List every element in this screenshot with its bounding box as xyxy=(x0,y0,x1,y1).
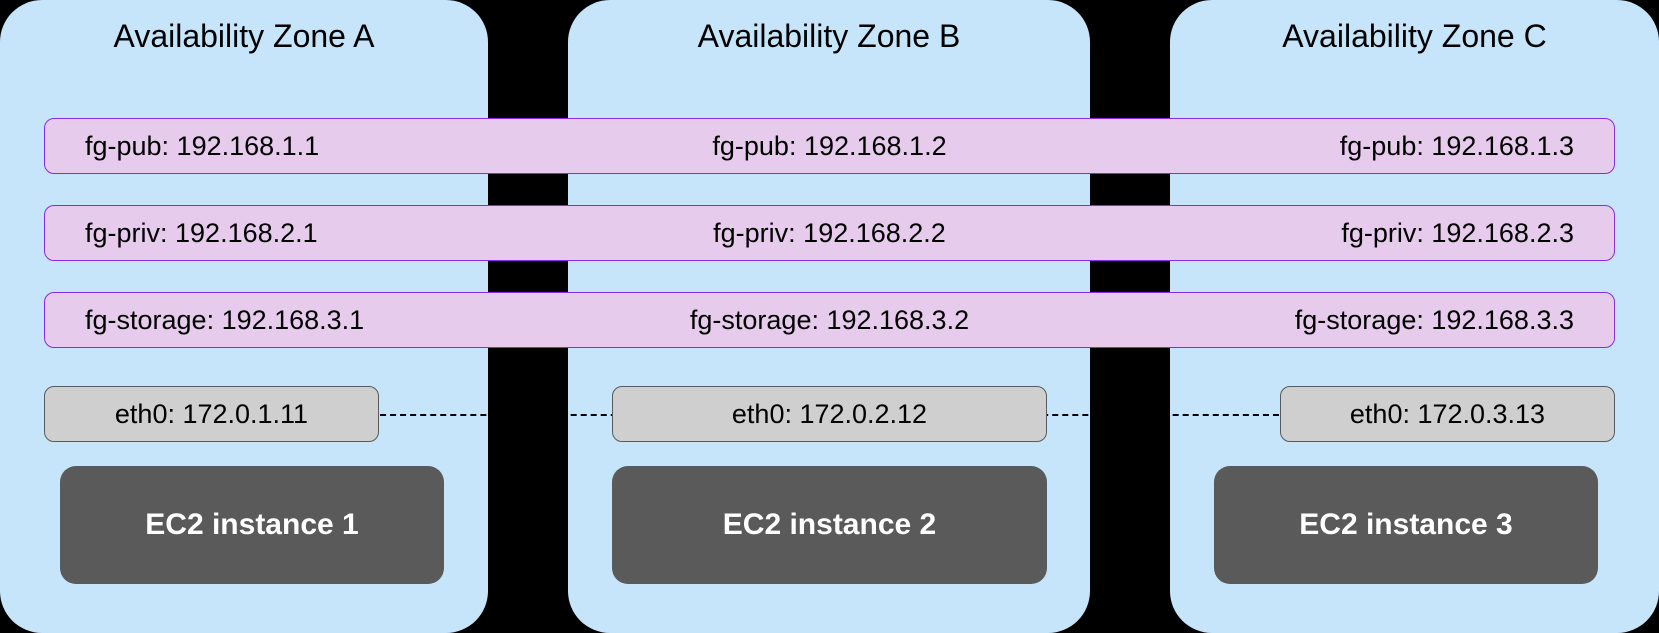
subnet-band-fg-storage: fg-storage: 192.168.3.1 fg-storage: 192.… xyxy=(44,292,1615,348)
subnet-band-fg-priv: fg-priv: 192.168.2.1 fg-priv: 192.168.2.… xyxy=(44,205,1615,261)
subnet-pub-c: fg-pub: 192.168.1.3 xyxy=(1078,131,1574,162)
eth-row: eth0: 172.0.1.11 eth0: 172.0.2.12 eth0: … xyxy=(0,386,1659,442)
subnet-priv-b: fg-priv: 192.168.2.2 xyxy=(581,218,1077,249)
eth-box-b: eth0: 172.0.2.12 xyxy=(612,386,1047,442)
ec2-instance-b: EC2 instance 2 xyxy=(612,466,1047,584)
zone-title-c: Availability Zone C xyxy=(1170,18,1659,55)
zone-title-b: Availability Zone B xyxy=(568,18,1090,55)
subnet-stor-c: fg-storage: 192.168.3.3 xyxy=(1078,305,1574,336)
subnet-stor-a: fg-storage: 192.168.3.1 xyxy=(85,305,581,336)
subnet-priv-a: fg-priv: 192.168.2.1 xyxy=(85,218,581,249)
zone-title-a: Availability Zone A xyxy=(0,18,488,55)
subnet-pub-a: fg-pub: 192.168.1.1 xyxy=(85,131,581,162)
eth-box-c: eth0: 172.0.3.13 xyxy=(1280,386,1615,442)
subnet-band-fg-pub: fg-pub: 192.168.1.1 fg-pub: 192.168.1.2 … xyxy=(44,118,1615,174)
ec2-instance-c: EC2 instance 3 xyxy=(1214,466,1598,584)
subnet-priv-c: fg-priv: 192.168.2.3 xyxy=(1078,218,1574,249)
subnet-stor-b: fg-storage: 192.168.3.2 xyxy=(581,305,1077,336)
ec2-instance-a: EC2 instance 1 xyxy=(60,466,444,584)
eth-box-a: eth0: 172.0.1.11 xyxy=(44,386,379,442)
subnet-pub-b: fg-pub: 192.168.1.2 xyxy=(581,131,1077,162)
